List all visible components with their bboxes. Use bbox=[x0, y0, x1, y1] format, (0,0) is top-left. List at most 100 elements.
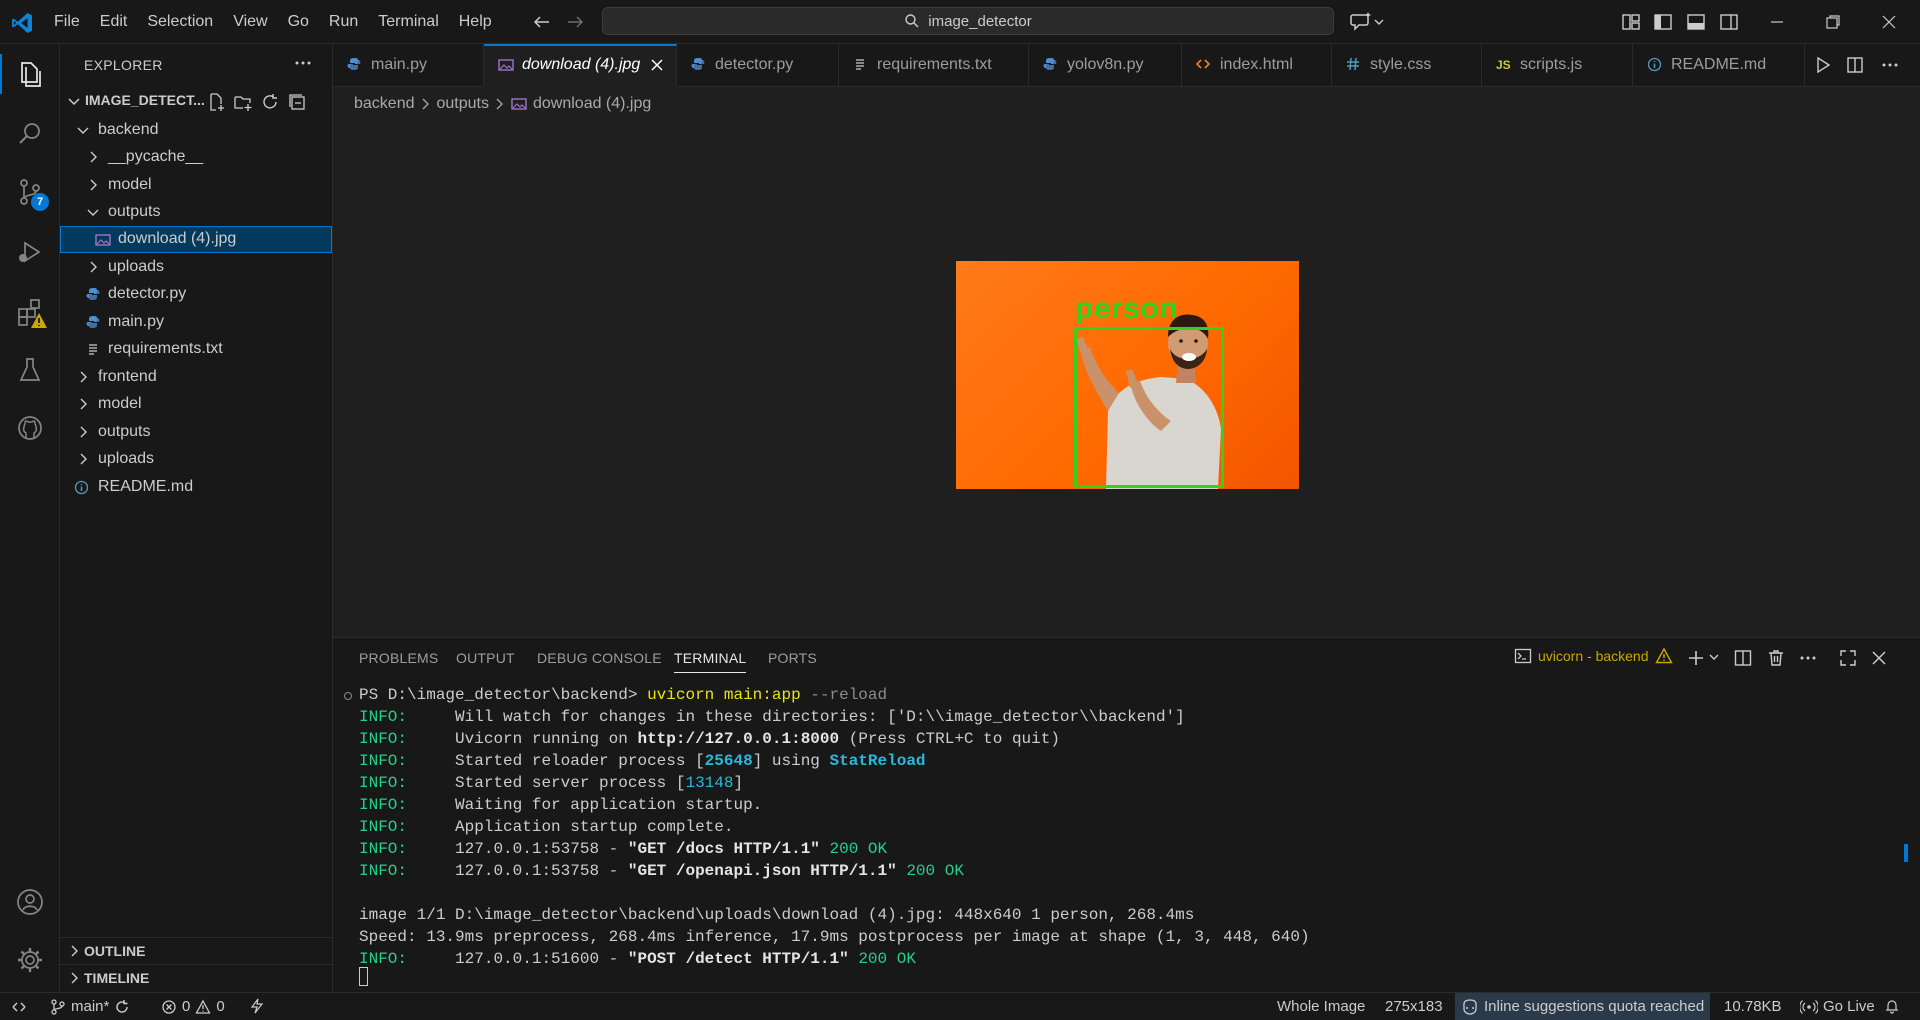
new-file-icon[interactable] bbox=[206, 92, 226, 112]
close-window-icon[interactable] bbox=[1878, 11, 1900, 33]
tree-folder-frontend[interactable]: frontend bbox=[60, 364, 332, 391]
menu-go[interactable]: Go bbox=[278, 7, 319, 37]
tab-download-jpg[interactable]: download (4).jpg bbox=[484, 44, 677, 87]
image-dimensions-status[interactable]: 275x183 bbox=[1385, 998, 1443, 1015]
tab-scripts-js[interactable]: JS scripts.js bbox=[1482, 44, 1633, 86]
toggle-panel-icon[interactable] bbox=[1685, 11, 1707, 33]
back-arrow-icon[interactable] bbox=[531, 11, 553, 33]
split-terminal-icon[interactable] bbox=[1733, 648, 1753, 668]
menu-edit[interactable]: Edit bbox=[90, 7, 138, 37]
tab-readme-md[interactable]: README.md bbox=[1633, 44, 1805, 86]
tree-folder-pycache[interactable]: __pycache__ bbox=[60, 144, 332, 171]
image-zoom-status[interactable]: Whole Image bbox=[1277, 998, 1365, 1015]
tree-file-download-jpg[interactable]: download (4).jpg bbox=[60, 226, 332, 253]
panel-tab-ports[interactable]: PORTS bbox=[768, 650, 817, 666]
panel-tab-debug-console[interactable]: DEBUG CONSOLE bbox=[537, 650, 662, 666]
minimize-icon[interactable] bbox=[1766, 11, 1788, 33]
notifications-bell-icon[interactable] bbox=[1884, 998, 1900, 1014]
tree-item-label: model bbox=[98, 395, 142, 412]
image-preview[interactable]: person bbox=[956, 261, 1299, 489]
tree-folder-uploads-root[interactable]: uploads bbox=[60, 446, 332, 473]
tree-folder-model[interactable]: model bbox=[60, 172, 332, 199]
collapse-all-icon[interactable] bbox=[287, 92, 307, 112]
terminal-output[interactable]: PS D:\image_detector\backend> uvicorn ma… bbox=[333, 684, 1920, 986]
problems-indicator[interactable]: 0 0 bbox=[161, 998, 225, 1015]
breadcrumb-file[interactable]: download (4).jpg bbox=[533, 95, 651, 113]
copilot-quota-status[interactable]: Inline suggestions quota reached bbox=[1455, 993, 1711, 1020]
tab-requirements-txt[interactable]: requirements.txt bbox=[839, 44, 1029, 86]
tab-main-py[interactable]: main.py bbox=[333, 44, 484, 86]
tab-index-html[interactable]: index.html bbox=[1182, 44, 1332, 86]
terminal-name: uvicorn - backend bbox=[1538, 648, 1649, 664]
outline-section-header[interactable]: OUTLINE bbox=[60, 937, 332, 964]
tab-label: index.html bbox=[1220, 56, 1293, 73]
extensions-icon[interactable] bbox=[14, 296, 47, 328]
timeline-section-header[interactable]: TIMELINE bbox=[60, 964, 332, 991]
tree-folder-model-root[interactable]: model bbox=[60, 391, 332, 418]
remote-indicator-icon[interactable] bbox=[10, 998, 28, 1016]
more-actions-icon[interactable] bbox=[1798, 648, 1818, 668]
chevron-down-icon[interactable] bbox=[1708, 651, 1720, 663]
copilot-chat-button[interactable] bbox=[1349, 11, 1385, 33]
tab-yolov8n-py[interactable]: yolov8n.py bbox=[1029, 44, 1182, 86]
panel-tab-output[interactable]: OUTPUT bbox=[456, 650, 515, 666]
tree-folder-uploads[interactable]: uploads bbox=[60, 254, 332, 281]
customize-layout-icon[interactable] bbox=[1620, 11, 1642, 33]
source-control-icon[interactable]: 7 bbox=[14, 176, 49, 211]
lightning-icon[interactable] bbox=[250, 998, 264, 1014]
menu-selection[interactable]: Selection bbox=[137, 7, 223, 37]
menu-terminal[interactable]: Terminal bbox=[368, 7, 448, 37]
testing-icon[interactable] bbox=[14, 354, 46, 386]
split-editor-icon[interactable] bbox=[1846, 56, 1864, 74]
tab-label: scripts.js bbox=[1520, 56, 1583, 73]
run-file-icon[interactable] bbox=[1814, 56, 1832, 74]
accounts-icon[interactable] bbox=[14, 886, 46, 918]
go-live-button[interactable]: Go Live bbox=[1800, 998, 1875, 1015]
command-center-search[interactable]: image_detector bbox=[602, 7, 1334, 35]
outline-label: OUTLINE bbox=[84, 943, 146, 959]
forward-arrow-icon[interactable] bbox=[564, 11, 586, 33]
run-debug-icon[interactable] bbox=[14, 236, 46, 268]
workspace-folder-header[interactable]: IMAGE_DETECT... bbox=[60, 88, 332, 114]
breadcrumb-backend[interactable]: backend bbox=[354, 95, 415, 113]
image-icon bbox=[498, 57, 514, 73]
branch-indicator[interactable]: main* bbox=[50, 998, 130, 1015]
tree-folder-outputs[interactable]: outputs bbox=[60, 199, 332, 226]
explorer-icon[interactable] bbox=[14, 58, 46, 90]
terminal-line: INFO: 127.0.0.1:53758 - "GET /docs HTTP/… bbox=[359, 840, 888, 858]
maximize-panel-icon[interactable] bbox=[1838, 648, 1858, 668]
panel-tab-terminal[interactable]: TERMINAL bbox=[674, 650, 747, 673]
menu-run[interactable]: Run bbox=[319, 7, 368, 37]
terminal-selector[interactable]: uvicorn - backend bbox=[1514, 647, 1673, 665]
tree-file-main-py[interactable]: main.py bbox=[60, 309, 332, 336]
new-terminal-icon[interactable] bbox=[1686, 648, 1706, 668]
file-size-status[interactable]: 10.78KB bbox=[1724, 998, 1782, 1015]
more-actions-icon[interactable] bbox=[1880, 56, 1900, 74]
tab-detector-py[interactable]: detector.py bbox=[677, 44, 839, 86]
github-icon[interactable] bbox=[14, 412, 46, 444]
restore-icon[interactable] bbox=[1822, 11, 1844, 33]
close-panel-icon[interactable] bbox=[1869, 648, 1889, 668]
tab-style-css[interactable]: style.css bbox=[1332, 44, 1482, 86]
menu-help[interactable]: Help bbox=[449, 7, 502, 37]
more-actions-icon[interactable] bbox=[293, 53, 313, 73]
tree-file-readme-md[interactable]: README.md bbox=[60, 474, 332, 501]
trash-icon[interactable] bbox=[1766, 648, 1786, 668]
breadcrumb-outputs[interactable]: outputs bbox=[437, 95, 489, 113]
menu-file[interactable]: File bbox=[44, 7, 90, 37]
tree-file-requirements-txt[interactable]: requirements.txt bbox=[60, 336, 332, 363]
refresh-icon[interactable] bbox=[260, 92, 280, 112]
search-icon bbox=[904, 13, 920, 29]
toggle-secondary-sidebar-icon[interactable] bbox=[1718, 11, 1740, 33]
menu-view[interactable]: View bbox=[223, 7, 277, 37]
tree-file-detector-py[interactable]: detector.py bbox=[60, 281, 332, 308]
chevron-down-icon bbox=[76, 123, 90, 137]
search-icon[interactable] bbox=[14, 118, 46, 150]
panel-tab-problems[interactable]: PROBLEMS bbox=[359, 650, 438, 666]
settings-gear-icon[interactable] bbox=[14, 944, 46, 976]
new-folder-icon[interactable] bbox=[233, 92, 253, 112]
close-tab-icon[interactable] bbox=[649, 57, 665, 73]
toggle-primary-sidebar-icon[interactable] bbox=[1652, 11, 1674, 33]
tree-folder-outputs-root[interactable]: outputs bbox=[60, 419, 332, 446]
tree-folder-backend[interactable]: backend bbox=[60, 117, 332, 144]
